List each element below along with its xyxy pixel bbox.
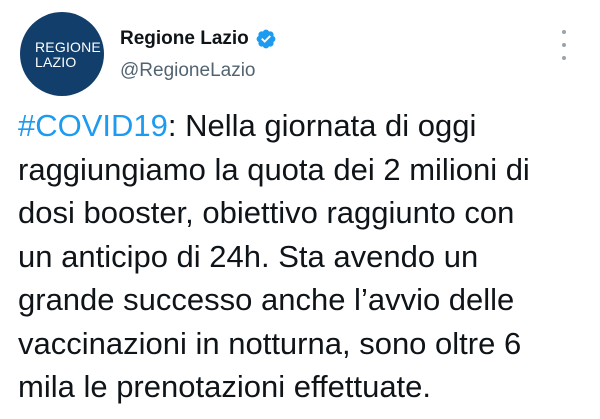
name-row: Regione Lazio bbox=[120, 26, 277, 52]
handle[interactable]: @RegioneLazio bbox=[120, 60, 277, 82]
display-name[interactable]: Regione Lazio bbox=[120, 28, 249, 50]
tweet-line-2: raggiungiamo la quota dei 2 milioni di bbox=[18, 151, 530, 187]
tweet-line-3: dosi booster, obiettivo raggiunto con bbox=[18, 195, 515, 230]
hashtag-link[interactable]: #COVID19 bbox=[18, 108, 168, 143]
author-identity: Regione Lazio @RegioneLazio bbox=[120, 26, 277, 86]
tweet-header: REGIONE LAZIO Regione Lazio @RegioneLazi… bbox=[20, 12, 580, 96]
tweet-card: REGIONE LAZIO Regione Lazio @RegioneLazi… bbox=[0, 0, 600, 419]
avatar-text-line-1: REGIONE bbox=[35, 39, 101, 55]
tweet-line-5: grande successo anche l’avvio delle bbox=[18, 282, 515, 317]
verified-badge-icon bbox=[256, 29, 276, 49]
tweet-line-1: #COVID19: Nella giornata di oggi bbox=[18, 104, 586, 148]
tweet-line-6: vaccinazioni in notturna, sono oltre 6 bbox=[18, 325, 522, 361]
avatar[interactable]: REGIONE LAZIO bbox=[20, 12, 104, 96]
tweet-line-7: mila le prenotazioni effettuate. bbox=[18, 369, 432, 404]
avatar-text-line-2: LAZIO bbox=[35, 54, 77, 70]
more-dot bbox=[562, 56, 566, 60]
tweet-line-1-text: : Nella giornata di oggi bbox=[167, 108, 477, 143]
tweet-line-4: un anticipo di 24h. Sta avendo un bbox=[18, 238, 479, 274]
tweet-text: #COVID19: Nella giornata di oggi raggiun… bbox=[18, 104, 586, 409]
more-vertical-icon[interactable] bbox=[554, 30, 574, 60]
more-dot bbox=[562, 30, 566, 34]
more-dot bbox=[562, 43, 566, 47]
